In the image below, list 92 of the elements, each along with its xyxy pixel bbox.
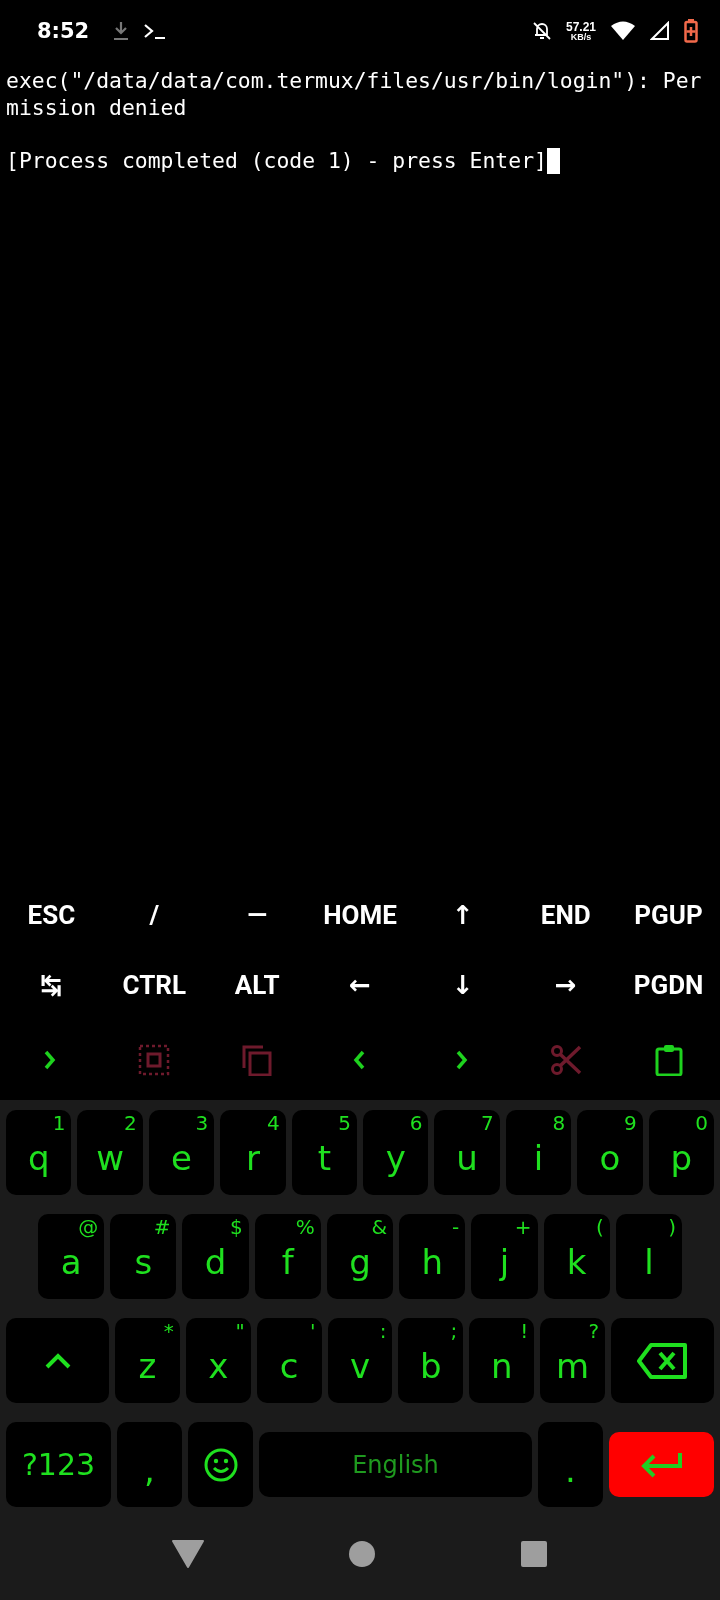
key[interactable]: c ': [256, 1318, 322, 1403]
enter-key[interactable]: [609, 1432, 714, 1497]
key-hint: :: [379, 1321, 387, 1341]
extra-key[interactable]: CTRL: [118, 968, 190, 1002]
key[interactable]: z *: [115, 1318, 180, 1403]
key[interactable]: t 5: [291, 1110, 358, 1195]
terminal-line: [Process completed (code 1) - press Enter]: [6, 147, 547, 174]
key-hint: 8: [552, 1113, 566, 1133]
key[interactable]: s #: [110, 1214, 177, 1299]
bell-off-icon: [531, 21, 552, 41]
key[interactable]: h -: [399, 1214, 466, 1299]
key[interactable]: m ?: [540, 1318, 605, 1403]
key-hint: (: [595, 1217, 604, 1237]
key-hint: 5: [338, 1113, 352, 1133]
key-hint: 3: [195, 1113, 209, 1133]
extra-key[interactable]: END: [536, 898, 595, 932]
key-hint: 4: [266, 1113, 280, 1133]
back-icon[interactable]: [172, 1539, 204, 1568]
extra-key[interactable]: PGUP: [630, 898, 707, 932]
key[interactable]: n !: [469, 1318, 535, 1403]
extra-key[interactable]: →: [550, 968, 581, 1002]
enter-arrow-icon: [639, 1450, 684, 1479]
home-icon[interactable]: [348, 1539, 376, 1568]
key[interactable]: .: [538, 1422, 603, 1507]
terminal-line: mission denied: [6, 94, 187, 121]
key-hint: 2: [124, 1113, 137, 1133]
key-hint: $: [229, 1217, 243, 1237]
key-hint: +: [514, 1217, 532, 1237]
key[interactable]: l ): [615, 1214, 682, 1299]
key[interactable]: ,: [117, 1422, 182, 1507]
key[interactable]: y 6: [363, 1110, 429, 1195]
signal-icon: [650, 21, 670, 41]
key-hint: 0: [695, 1113, 709, 1133]
key[interactable]: o 9: [577, 1110, 643, 1195]
key[interactable]: g &: [326, 1214, 394, 1299]
key[interactable]: i 8: [505, 1110, 572, 1195]
extra-key[interactable]: ↓: [447, 968, 478, 1002]
symbols-key[interactable]: ?123: [6, 1422, 111, 1507]
extra-key[interactable]: ALT: [230, 968, 284, 1002]
speed-unit: KB/s: [570, 32, 592, 42]
terminal-line: exec("/data/data/com.termux/files/usr/bin/login"): Per: [6, 68, 702, 95]
key-hint: #: [153, 1217, 171, 1237]
backspace-key[interactable]: [611, 1318, 714, 1403]
key-hint: &: [371, 1217, 388, 1237]
network-speed: 57.21: [565, 20, 596, 33]
caret-up-icon: [44, 1352, 71, 1369]
key-hint: ): [668, 1217, 676, 1237]
key-hint: -: [452, 1217, 460, 1237]
key-hint: ;: [450, 1321, 458, 1341]
key[interactable]: f %: [254, 1214, 321, 1299]
extra-key[interactable]: ←: [345, 968, 375, 1002]
terminal-icon: [143, 22, 168, 40]
key[interactable]: d $: [182, 1214, 249, 1299]
key[interactable]: b ;: [398, 1318, 464, 1403]
key-hint: @: [78, 1217, 99, 1237]
wifi-icon: [610, 21, 636, 41]
key[interactable]: k (: [543, 1214, 610, 1299]
key[interactable]: a @: [38, 1214, 105, 1299]
key-hint: 6: [409, 1113, 423, 1133]
key-hint: %: [295, 1217, 315, 1237]
key[interactable]: q 1: [6, 1110, 72, 1195]
clock: 8:52: [37, 19, 90, 43]
key[interactable]: p 0: [648, 1110, 715, 1195]
recents-icon[interactable]: [520, 1539, 548, 1568]
key-hint: 7: [481, 1113, 494, 1133]
key-hint: *: [163, 1321, 174, 1341]
download-icon: [113, 21, 130, 41]
extra-key[interactable]: HOME: [319, 898, 401, 932]
extra-key[interactable]: ↹: [36, 968, 67, 1002]
key[interactable]: x ": [185, 1318, 251, 1403]
key-hint: ": [235, 1321, 245, 1341]
emoji-key[interactable]: [188, 1422, 253, 1507]
key[interactable]: e 3: [148, 1110, 215, 1195]
smiley-icon: [203, 1447, 238, 1482]
key[interactable]: r 4: [220, 1110, 286, 1195]
key-hint: !: [520, 1321, 529, 1341]
space-bar[interactable]: English: [259, 1432, 532, 1497]
extra-key[interactable]: ↑: [447, 898, 478, 932]
extra-key[interactable]: PGDN: [629, 968, 708, 1002]
key[interactable]: w 2: [77, 1110, 143, 1195]
key-hint: 1: [52, 1113, 66, 1133]
backspace-icon: [636, 1341, 689, 1380]
extra-key[interactable]: —: [243, 898, 272, 932]
key-hint: 9: [623, 1113, 637, 1133]
key-hint: ?: [588, 1321, 599, 1341]
battery-icon: [684, 19, 698, 43]
key[interactable]: j +: [471, 1214, 538, 1299]
extra-key[interactable]: ESC: [23, 898, 80, 932]
key-hint: ': [310, 1321, 316, 1341]
key[interactable]: v :: [327, 1318, 393, 1403]
extra-key[interactable]: /: [145, 898, 164, 932]
key[interactable]: u 7: [434, 1110, 500, 1195]
